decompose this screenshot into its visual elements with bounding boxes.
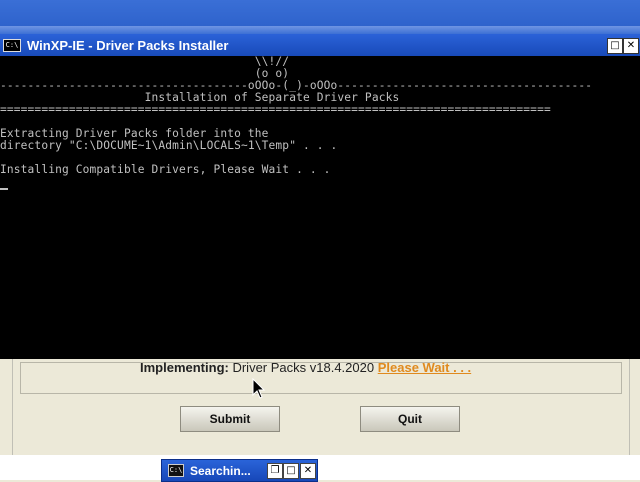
console-icon: C:\ — [3, 38, 21, 52]
implementing-label: Implementing: — [140, 360, 229, 375]
console-icon: C:\ — [168, 464, 184, 477]
close-button[interactable]: ✕ — [300, 463, 316, 479]
quit-button[interactable]: Quit — [360, 406, 460, 432]
desktop-bottom — [0, 455, 640, 480]
mouse-pointer-icon — [252, 378, 266, 399]
minimized-window-title: Searchin... — [190, 463, 251, 478]
maximize-button[interactable]: □ — [607, 38, 623, 54]
console-line: directory "C:\DOCUME~1\Admin\LOCALS~1\Te… — [0, 139, 338, 152]
submit-button[interactable]: Submit — [180, 406, 280, 432]
restore-button[interactable]: ❐ — [267, 463, 283, 479]
console-cursor — [0, 188, 8, 190]
please-wait-text: Please Wait . . . — [377, 360, 472, 375]
console-line: Installing Compatible Drivers, Please Wa… — [0, 163, 331, 176]
console-titlebar[interactable]: C:\ WinXP-IE - Driver Packs Installer □ … — [0, 34, 640, 56]
console-window-title: WinXP-IE - Driver Packs Installer — [27, 37, 229, 53]
close-button[interactable]: ✕ — [623, 38, 639, 54]
minimized-window[interactable]: C:\ Searchin... ❐ □ ✕ — [161, 459, 318, 482]
console-separator: ========================================… — [0, 103, 551, 116]
implementing-status: Implementing: Driver Packs v18.4.2020 Pl… — [140, 360, 471, 375]
console-output: \\!// (o o) ----------------------------… — [0, 56, 640, 359]
window-top-edge — [0, 26, 640, 34]
implementing-value: Driver Packs v18.4.2020 — [232, 360, 375, 375]
maximize-button[interactable]: □ — [283, 463, 299, 479]
desktop-background — [0, 0, 640, 34]
